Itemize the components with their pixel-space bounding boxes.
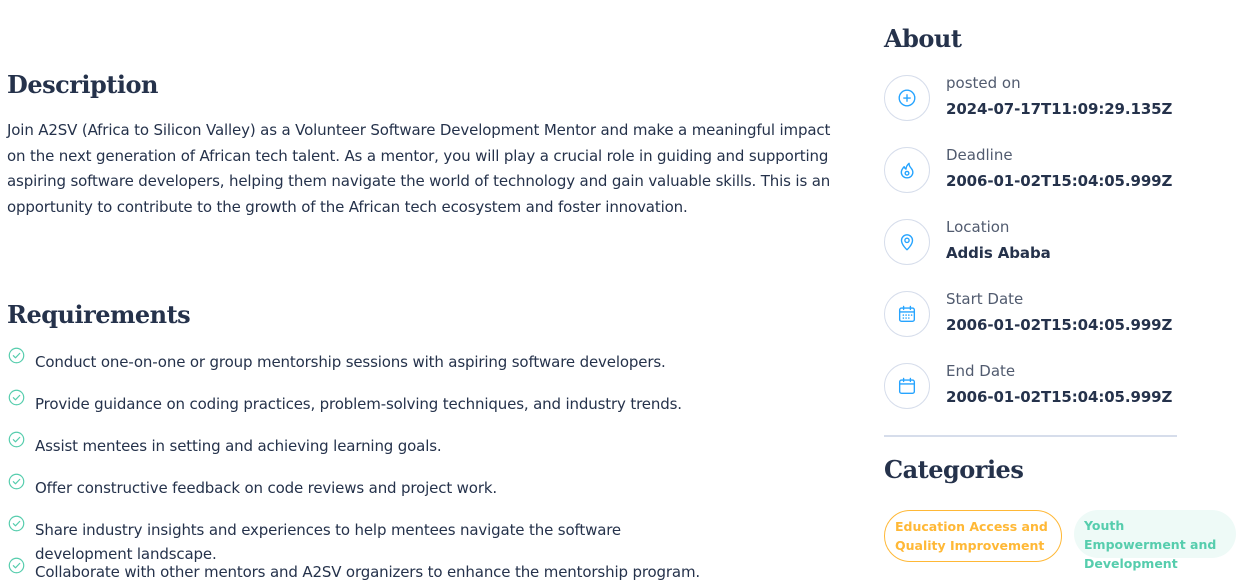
check-circle-icon <box>8 515 25 532</box>
about-value: 2024-07-17T11:09:29.135Z <box>946 100 1173 118</box>
description-heading: Description <box>7 70 158 99</box>
about-item-location: Location Addis Ababa <box>884 218 1224 269</box>
about-label: Start Date <box>946 290 1024 308</box>
requirement-item: Assist mentees in setting and achieving … <box>8 431 708 458</box>
plus-circle-icon <box>898 89 916 107</box>
requirement-item: Share industry insights and experiences … <box>8 515 708 566</box>
requirement-item: Collaborate with other mentors and A2SV … <box>8 557 708 581</box>
about-label: posted on <box>946 74 1021 92</box>
requirement-item: Provide guidance on coding practices, pr… <box>8 389 708 416</box>
about-icon-wrapper <box>884 147 930 193</box>
requirement-text: Conduct one-on-one or group mentorship s… <box>35 353 666 371</box>
about-item-deadline: Deadline 2006-01-02T15:04:05.999Z <box>884 146 1224 197</box>
requirement-text: Assist mentees in setting and achieving … <box>35 437 442 455</box>
about-heading: About <box>884 24 962 53</box>
calendar-icon <box>898 305 916 323</box>
section-divider <box>884 435 1177 437</box>
requirement-text: Provide guidance on coding practices, pr… <box>35 395 682 413</box>
about-label: Deadline <box>946 146 1013 164</box>
description-text: Join A2SV (Africa to Silicon Valley) as … <box>7 121 831 217</box>
requirement-item: Conduct one-on-one or group mentorship s… <box>8 347 708 374</box>
check-circle-icon <box>8 431 25 448</box>
about-item-start-date: Start Date 2006-01-02T15:04:05.999Z <box>884 290 1224 341</box>
categories-heading: Categories <box>884 455 1024 484</box>
check-circle-icon <box>8 557 25 574</box>
category-chip-education[interactable]: Education Access and Quality Improvement <box>884 510 1062 562</box>
about-icon-wrapper <box>884 75 930 121</box>
about-value: 2006-01-02T15:04:05.999Z <box>946 316 1173 334</box>
about-value: 2006-01-02T15:04:05.999Z <box>946 172 1173 190</box>
about-item-end-date: End Date 2006-01-02T15:04:05.999Z <box>884 362 1224 413</box>
fire-icon <box>900 162 914 179</box>
about-icon-wrapper <box>884 291 930 337</box>
requirement-text: Collaborate with other mentors and A2SV … <box>35 563 701 581</box>
about-label: End Date <box>946 362 1016 380</box>
about-icon-wrapper <box>884 219 930 265</box>
about-value: Addis Ababa <box>946 244 1051 262</box>
requirements-heading: Requirements <box>7 300 191 329</box>
about-item-posted-on: posted on 2024-07-17T11:09:29.135Z <box>884 74 1224 125</box>
requirement-text: Offer constructive feedback on code revi… <box>35 479 497 497</box>
check-circle-icon <box>8 347 25 364</box>
requirement-text: Share industry insights and experiences … <box>35 521 621 563</box>
about-label: Location <box>946 218 1010 236</box>
check-circle-icon <box>8 473 25 490</box>
about-value: 2006-01-02T15:04:05.999Z <box>946 388 1173 406</box>
calendar-icon <box>898 377 916 395</box>
category-chip-youth-empowerment[interactable]: Youth Empowerment and Development <box>1074 510 1236 571</box>
location-pin-icon <box>900 234 914 251</box>
check-circle-icon <box>8 389 25 406</box>
requirement-item: Offer constructive feedback on code revi… <box>8 473 708 500</box>
about-icon-wrapper <box>884 363 930 409</box>
